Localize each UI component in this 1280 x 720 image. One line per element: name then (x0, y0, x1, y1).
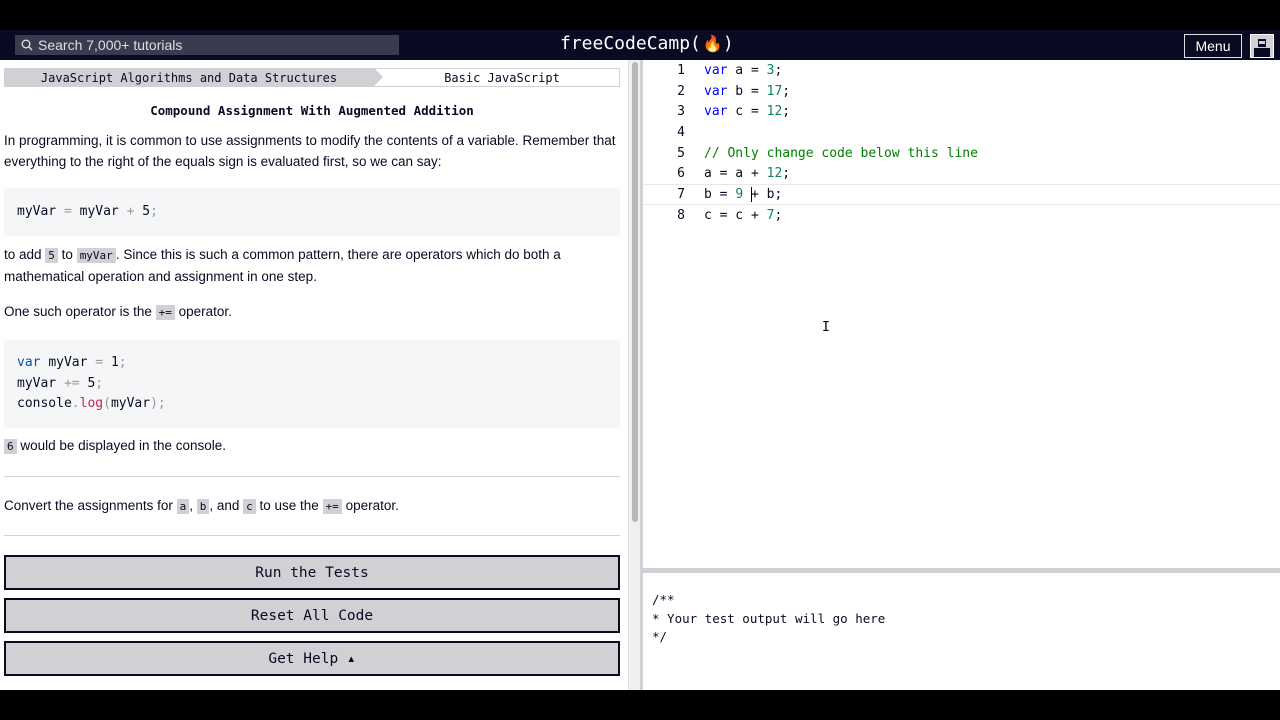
lesson-scrollbar[interactable] (628, 60, 640, 690)
inline-code: a (176, 499, 190, 514)
code-editor[interactable]: 1 var a = 3; 2 var b = 17; 3 var c = 12;… (643, 60, 1280, 568)
breadcrumb: JavaScript Algorithms and Data Structure… (4, 68, 620, 87)
line-number: 7 (677, 187, 685, 203)
line-number: 3 (677, 104, 685, 120)
lesson-panel: JavaScript Algorithms and Data Structure… (0, 60, 628, 690)
divider (4, 535, 620, 536)
avatar[interactable] (1250, 34, 1274, 58)
ibeam-cursor-icon: I (822, 320, 830, 335)
editor-line[interactable]: 3 var c = 12; (643, 101, 1280, 122)
search-input[interactable] (38, 37, 378, 53)
editor-line[interactable]: 1 var a = 3; (643, 60, 1280, 81)
challenge-title: Compound Assignment With Augmented Addit… (150, 103, 474, 118)
breadcrumb-block[interactable]: Basic JavaScript (374, 68, 620, 87)
search-icon (21, 39, 33, 51)
line-number: 4 (677, 124, 685, 140)
paragraph-explain: to add 5 to myVar. Since this is such a … (4, 247, 561, 284)
logo-text-close: ) (722, 33, 734, 54)
inline-code: myVar (76, 248, 116, 263)
user-icon (1254, 39, 1270, 57)
line-number: 6 (677, 166, 685, 182)
menu-button[interactable]: Menu (1184, 34, 1242, 58)
inline-code: += (322, 499, 342, 514)
editor-line[interactable]: 6 a = a + 12; (643, 164, 1280, 185)
inline-code: b (196, 499, 210, 514)
test-output: /** * Your test output will go here */ (643, 573, 1280, 690)
inline-code: 6 (4, 439, 17, 454)
divider (4, 476, 620, 477)
paragraph-intro: In programming, it is common to use assi… (4, 133, 616, 169)
get-help-button[interactable]: Get Help ▴ (4, 641, 620, 676)
inline-code: c (243, 499, 256, 514)
scrollbar-thumb[interactable] (632, 62, 638, 522)
logo-text: freeCodeCamp( (560, 33, 701, 54)
code-example-2: var myVar = 1; myVar += 5; console.log(m… (4, 340, 620, 428)
search-bar[interactable] (15, 35, 399, 55)
navbar: freeCodeCamp(🔥) Menu (0, 30, 1280, 60)
paragraph-operator: One such operator is the += operator. (4, 304, 232, 320)
editor-line-active[interactable]: 7 b = 9 + b; (643, 184, 1280, 205)
line-number: 1 (677, 62, 685, 78)
editor-line[interactable]: 2 var b = 17; (643, 81, 1280, 102)
line-number: 2 (677, 83, 685, 99)
line-number: 5 (677, 145, 685, 161)
bottom-black-bar (0, 690, 1280, 720)
editor-line[interactable]: 8 c = c + 7; (643, 205, 1280, 226)
code-example-1: myVar = myVar + 5; (4, 188, 620, 236)
reset-code-button[interactable]: Reset All Code (4, 598, 620, 633)
flame-icon: 🔥 (702, 34, 723, 53)
run-tests-button[interactable]: Run the Tests (4, 555, 620, 590)
editor-line[interactable]: 5 // Only change code below this line (643, 143, 1280, 164)
inline-code: 5 (45, 248, 58, 263)
editor-line[interactable]: 4 (643, 122, 1280, 143)
breadcrumb-superblock[interactable]: JavaScript Algorithms and Data Structure… (4, 68, 383, 87)
top-black-bar (0, 0, 1280, 30)
line-number: 8 (677, 207, 685, 223)
instructions: Convert the assignments for a, b, and c … (4, 498, 399, 514)
inline-code: += (155, 305, 175, 320)
paragraph-result: 6 would be displayed in the console. (4, 435, 620, 457)
fcc-logo[interactable]: freeCodeCamp(🔥) (560, 33, 734, 54)
